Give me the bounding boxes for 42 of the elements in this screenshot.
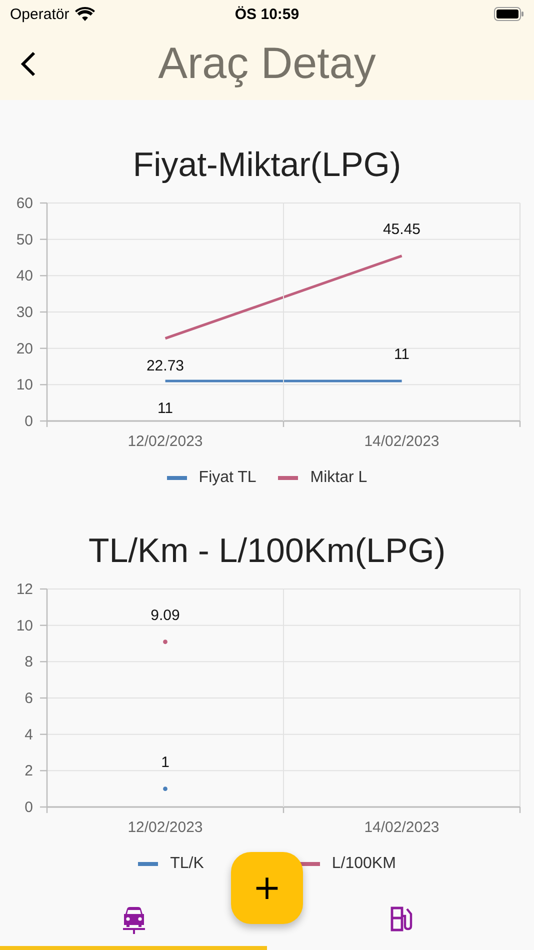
legend-label: Fiyat TL: [198, 469, 256, 487]
battery-icon: [494, 7, 524, 21]
y-tick-label: 12: [16, 581, 33, 598]
page-title: Araç Detay: [158, 39, 376, 89]
y-tick-label: 6: [24, 690, 33, 707]
data-label: 45.45: [382, 220, 421, 238]
car-icon: [122, 906, 146, 934]
wifi-icon: [75, 6, 96, 22]
y-tick-label: 60: [16, 195, 33, 212]
legend-label: Miktar L: [310, 469, 368, 487]
y-tick-label: 0: [24, 799, 33, 816]
y-tick-label: 2: [24, 762, 33, 780]
data-point: [163, 786, 168, 792]
y-tick-label: 0: [24, 413, 33, 430]
y-tick-label: 20: [16, 340, 33, 358]
x-tick-label: 12/02/2023: [128, 819, 203, 836]
legend-label: TL/K: [170, 855, 204, 873]
x-tick-label: 14/02/2023: [364, 433, 440, 450]
data-label: 11: [394, 346, 410, 364]
y-tick-label: 8: [24, 654, 33, 671]
chart-title: TL/Km - L/100Km(LPG): [88, 531, 446, 571]
data-label: 22.73: [146, 357, 184, 374]
x-tick-label: 12/02/2023: [128, 433, 203, 450]
y-tick-label: 10: [16, 376, 33, 394]
status-time: ÖS 10:59: [234, 6, 300, 22]
data-label: 1: [161, 754, 170, 771]
data-label: 9.09: [150, 606, 180, 624]
data-label: 11: [157, 400, 174, 418]
y-tick-label: 4: [24, 726, 33, 744]
back-button[interactable]: [20, 51, 36, 77]
y-tick-label: 50: [16, 231, 33, 248]
y-tick-label: 40: [16, 268, 33, 285]
x-tick-label: 14/02/2023: [364, 819, 440, 836]
fuel-pump-icon: [388, 906, 412, 932]
y-tick-label: 30: [16, 304, 33, 321]
y-tick-label: 10: [16, 617, 33, 634]
add-button[interactable]: +: [231, 852, 303, 924]
carrier-name: Operatör: [10, 6, 70, 22]
data-point: [163, 640, 168, 644]
back-icon: [20, 51, 36, 77]
chart-title: Fiyat-Miktar(LPG): [132, 145, 402, 185]
legend-label: L/100KM: [332, 855, 396, 873]
